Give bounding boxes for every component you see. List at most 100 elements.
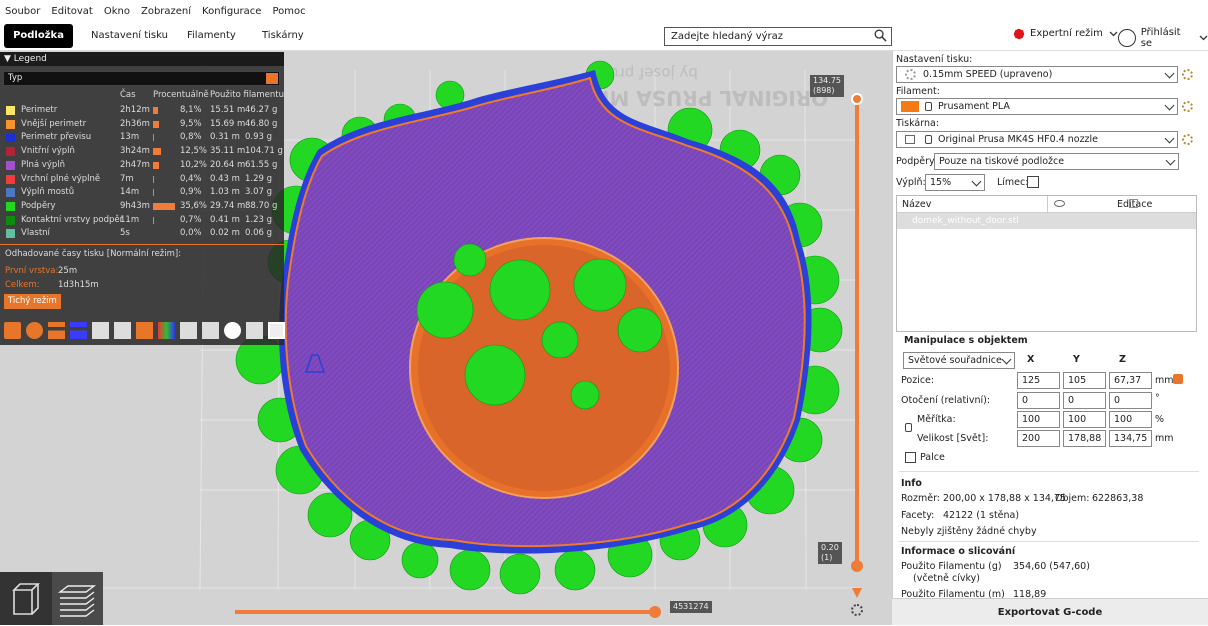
legend-item-name: Perimetr převisu	[21, 131, 91, 144]
filament-g-label: Použito Filamentu (g)	[901, 561, 1002, 572]
layer-bottom-value: 0.20	[821, 543, 839, 553]
filament-combo[interactable]: Prusament PLA	[896, 98, 1178, 115]
view-type-select[interactable]: Typ	[3, 71, 280, 86]
legend-item[interactable]: Vlastní5s0,0%0.02 m0.06 g	[0, 227, 284, 240]
legend-item-time: 14m	[120, 186, 139, 199]
printer-combo[interactable]: Original Prusa MK4S HF0.4 nozzle	[896, 131, 1178, 148]
tab-filaments[interactable]: Filamenty	[173, 24, 250, 48]
layer-slider-top-thumb[interactable]	[851, 93, 863, 105]
menu-soubor[interactable]: Soubor	[5, 6, 40, 17]
legend-item-name: Plná výplň	[21, 159, 65, 172]
download-icon[interactable]	[268, 322, 285, 339]
rotation-x-field[interactable]: 0	[1017, 392, 1060, 409]
legend-item-name: Vnitřní výplň	[21, 145, 75, 158]
wipe-icon[interactable]	[26, 322, 43, 339]
scale-y-field[interactable]: 100	[1063, 411, 1106, 428]
settings-cog-icon[interactable]	[851, 604, 863, 616]
center-of-gravity-icon[interactable]	[202, 322, 219, 339]
legend-item[interactable]: Kontaktní vrstvy podpěr11m0,7%0.41 m1.23…	[0, 214, 284, 227]
edit-preset-icon[interactable]	[1182, 69, 1193, 80]
menu-pomoc[interactable]: Pomoc	[272, 6, 305, 17]
legend-item[interactable]: Podpěry9h43m35,6%29.74 m88.70 g	[0, 200, 284, 213]
chevron-down-icon	[1166, 156, 1176, 166]
legend-item[interactable]: Perimetr2h12m8,1%15.51 m46.27 g	[0, 104, 284, 117]
position-z-field[interactable]: 67,37	[1109, 372, 1152, 389]
deretractions-icon[interactable]	[70, 322, 87, 339]
search-icon[interactable]	[874, 29, 887, 42]
facets-value: 42122 (1 stěna)	[943, 510, 1019, 521]
layer-slider-track[interactable]	[855, 99, 859, 565]
size-y-field[interactable]: 178,88	[1063, 430, 1106, 447]
printer-icon	[905, 135, 915, 144]
inches-checkbox[interactable]	[905, 452, 916, 463]
legend-swatch	[6, 188, 15, 197]
legend-item-weight: 104.71 g	[245, 145, 283, 158]
color-changes-icon[interactable]	[136, 322, 153, 339]
supports-combo[interactable]: Pouze na tiskové podložce	[934, 153, 1179, 170]
legend-item[interactable]: Vnitřní výplň3h24m12,5%35.11 m104.71 g	[0, 145, 284, 158]
filament-color-swatch[interactable]	[901, 101, 919, 112]
search-input[interactable]: Zadejte hledaný výraz	[664, 27, 892, 46]
travel-icon[interactable]	[4, 322, 21, 339]
infill-combo[interactable]: 15%	[925, 174, 985, 191]
menu-editovat[interactable]: Editovat	[51, 6, 92, 17]
seams-icon[interactable]	[92, 322, 109, 339]
lock-icon	[925, 135, 932, 144]
size-x-field[interactable]: 200	[1017, 430, 1060, 447]
shells-icon[interactable]	[224, 322, 241, 339]
legend-item[interactable]: Výplň mostů14m0,9%1.03 m3.07 g	[0, 186, 284, 199]
edit-filament-icon[interactable]	[1182, 101, 1193, 112]
position-x-field[interactable]: 125	[1017, 372, 1060, 389]
legend-item-time: 9h43m	[120, 200, 150, 213]
pause-prints-icon[interactable]	[158, 322, 175, 339]
menu-okno[interactable]: Okno	[104, 6, 130, 17]
tab-printers[interactable]: Tiskárny	[248, 24, 318, 48]
filament-g-value: 354,60 (547,60)	[1013, 561, 1090, 572]
menu-konfigurace[interactable]: Konfigurace	[202, 6, 261, 17]
coordinates-combo[interactable]: Světové souřadnice	[903, 352, 1015, 369]
size-z-field[interactable]: 134,75	[1109, 430, 1152, 447]
legend-item[interactable]: Vnější perimetr2h36m9,5%15.69 m46.80 g	[0, 118, 284, 131]
menu-zobrazeni[interactable]: Zobrazení	[141, 6, 191, 17]
legend-item[interactable]: Plná výplň2h47m10,2%20.64 m61.55 g	[0, 159, 284, 172]
layer-slider-bottom-thumb[interactable]	[851, 560, 863, 572]
legend-item[interactable]: Vrchní plné výplně7m0,4%0.43 m1.29 g	[0, 173, 284, 186]
gcode-slider-thumb[interactable]	[649, 606, 661, 618]
eye-icon[interactable]	[1054, 200, 1065, 207]
preview-view-button[interactable]	[52, 572, 103, 625]
infill-label: Výplň:	[896, 177, 926, 188]
login-button[interactable]: Přihlásit se	[1118, 27, 1208, 49]
brim-checkbox[interactable]	[1027, 176, 1039, 188]
rotation-z-field[interactable]: 0	[1109, 392, 1152, 409]
retractions-icon[interactable]	[48, 322, 65, 339]
chevron-down-icon	[1109, 31, 1118, 37]
legend-item[interactable]: Perimetr převisu13m0,8%0.31 m0.93 g	[0, 131, 284, 144]
rotation-y-field[interactable]: 0	[1063, 392, 1106, 409]
tool-marker-icon[interactable]	[246, 322, 263, 339]
legend-header[interactable]: ▼ Legend	[0, 52, 284, 66]
edit-object-icon[interactable]	[1129, 199, 1138, 208]
edit-printer-icon[interactable]	[1182, 134, 1193, 145]
print-settings-combo[interactable]: 0.15mm SPEED (upraveno)	[896, 66, 1178, 83]
tab-print-settings[interactable]: Nastavení tisku	[77, 24, 182, 48]
chevron-down-icon	[1165, 134, 1175, 144]
custom-gcodes-icon[interactable]	[180, 322, 197, 339]
tool-changes-icon[interactable]	[114, 322, 131, 339]
mode-selector[interactable]: Expertní režim	[1014, 28, 1118, 39]
legend-item-bar	[153, 189, 154, 196]
login-label: Přihlásit se	[1141, 27, 1194, 49]
object-name: domek_without_door.stl	[912, 213, 1019, 229]
search-placeholder: Zadejte hledaný výraz	[671, 31, 783, 42]
object-row[interactable]: domek_without_door.stl	[897, 213, 1196, 229]
tab-plater[interactable]: Podložka	[4, 24, 73, 48]
position-y-field[interactable]: 105	[1063, 372, 1106, 389]
drop-to-bed-icon[interactable]	[1173, 374, 1183, 384]
quiet-mode-button[interactable]: Tichý režim	[4, 294, 61, 309]
3d-view-button[interactable]	[0, 572, 52, 625]
gcode-slider-track[interactable]	[235, 610, 655, 614]
legend-item-time: 5s	[120, 227, 130, 240]
scale-lock-icon[interactable]	[905, 423, 912, 432]
export-gcode-button[interactable]: Exportovat G-code	[892, 598, 1208, 625]
scale-x-field[interactable]: 100	[1017, 411, 1060, 428]
scale-z-field[interactable]: 100	[1109, 411, 1152, 428]
